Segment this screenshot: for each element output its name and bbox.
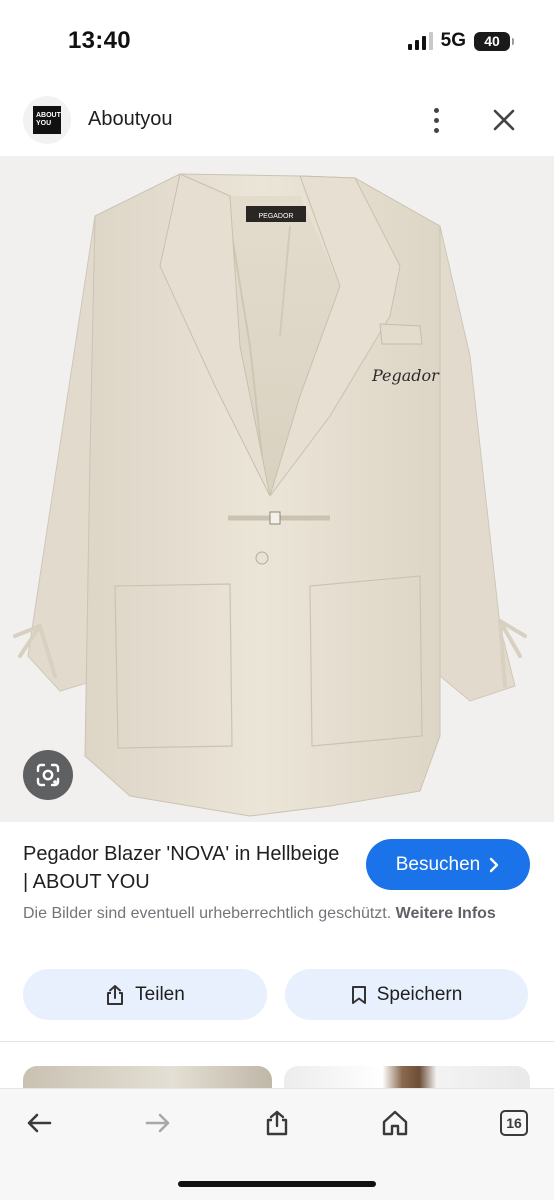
brand-tag: PEGADOR bbox=[258, 213, 293, 220]
back-arrow-icon[interactable] bbox=[17, 1105, 61, 1141]
embroidery-text: Pegador bbox=[371, 366, 440, 385]
blazer-illustration: PEGADOR Pegador bbox=[13, 173, 527, 817]
more-info-link[interactable]: Weitere Infos bbox=[396, 905, 496, 922]
copyright-notice: Die Bilder sind eventuell urheberrechtli… bbox=[23, 905, 496, 922]
signal-icon bbox=[407, 32, 433, 50]
home-icon[interactable] bbox=[373, 1105, 417, 1141]
save-button[interactable]: Speichern bbox=[285, 969, 528, 1020]
battery-icon: 40 bbox=[474, 31, 514, 51]
site-header: ABOUT YOU Aboutyou bbox=[0, 94, 554, 146]
battery-level: 40 bbox=[484, 33, 500, 49]
share-icon bbox=[107, 984, 124, 1005]
share-icon[interactable] bbox=[255, 1105, 299, 1141]
share-label: Teilen bbox=[135, 983, 185, 1005]
share-button[interactable]: Teilen bbox=[23, 969, 267, 1020]
google-lens-icon[interactable] bbox=[23, 750, 73, 800]
status-bar: 13:40 5G 40 bbox=[0, 0, 554, 84]
close-icon[interactable] bbox=[486, 102, 522, 138]
tabs-icon[interactable]: 16 bbox=[492, 1105, 536, 1141]
visit-button-label: Besuchen bbox=[395, 853, 481, 875]
tab-count: 16 bbox=[500, 1110, 528, 1136]
chevron-right-icon bbox=[490, 857, 499, 872]
bookmark-icon bbox=[351, 985, 366, 1004]
site-name[interactable]: Aboutyou bbox=[88, 108, 173, 131]
product-title[interactable]: Pegador Blazer 'NOVA' in Hellbeige | ABO… bbox=[23, 840, 343, 896]
about-you-logo: ABOUT YOU bbox=[33, 106, 61, 134]
forward-arrow-icon[interactable] bbox=[136, 1105, 180, 1141]
save-label: Speichern bbox=[376, 983, 463, 1005]
home-indicator bbox=[178, 1181, 376, 1187]
divider bbox=[0, 1041, 554, 1042]
network-type: 5G bbox=[440, 30, 466, 51]
more-vert-icon[interactable] bbox=[420, 102, 452, 138]
product-image[interactable]: PEGADOR Pegador bbox=[0, 156, 554, 822]
site-logo[interactable]: ABOUT YOU bbox=[23, 96, 71, 144]
status-indicators: 5G 40 bbox=[407, 30, 514, 52]
status-time: 13:40 bbox=[68, 27, 131, 54]
visit-button[interactable]: Besuchen bbox=[366, 839, 530, 890]
